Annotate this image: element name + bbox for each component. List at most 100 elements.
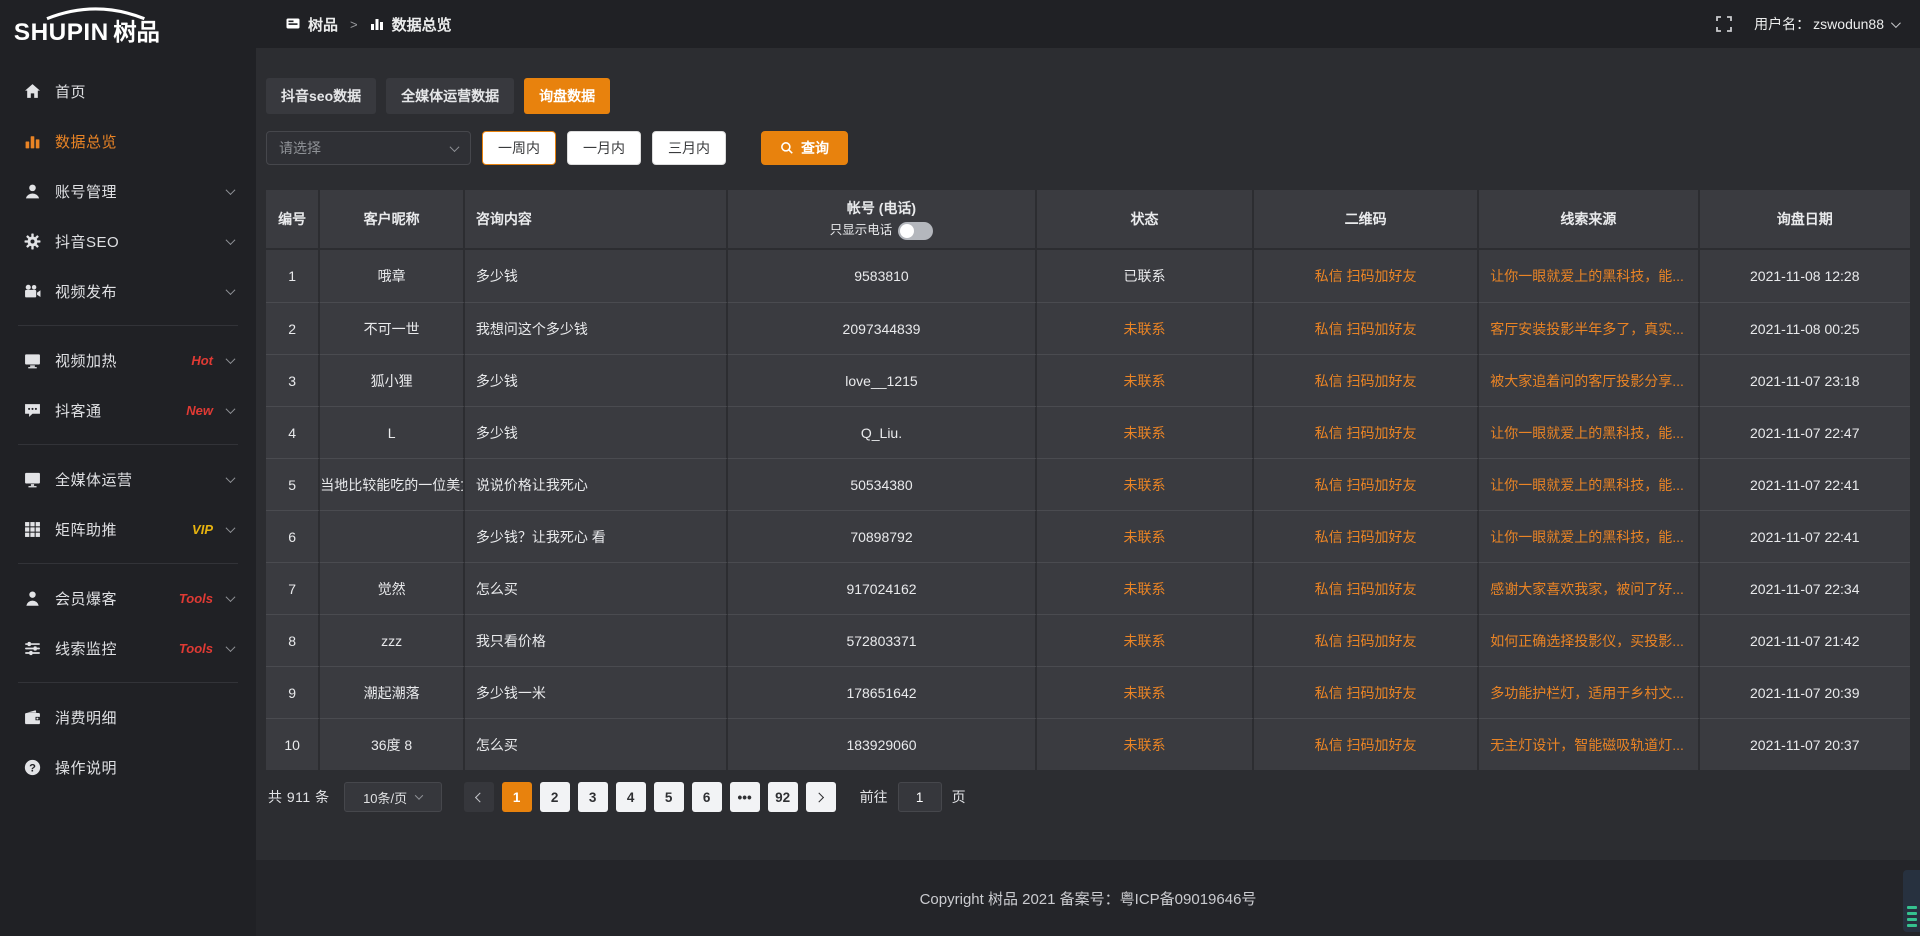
lead-source-cell[interactable]: 感谢大家喜欢我家，被问了好... xyxy=(1479,562,1699,614)
status-cell: 未联系 xyxy=(1037,666,1254,718)
sidebar-item-label: 抖音SEO xyxy=(55,231,227,252)
range-button[interactable]: 一月内 xyxy=(567,131,641,165)
page-button-1[interactable]: 1 xyxy=(502,782,532,812)
floating-widget[interactable] xyxy=(1903,870,1920,932)
next-page-button[interactable] xyxy=(806,782,836,812)
qr-action-cell[interactable]: 私信 扫码加好友 xyxy=(1254,666,1479,718)
page-button-5[interactable]: 5 xyxy=(654,782,684,812)
page-button-4[interactable]: 4 xyxy=(616,782,646,812)
goto-page-input[interactable]: 1 xyxy=(898,782,942,812)
table-row: 7觉然怎么买917024162未联系私信 扫码加好友感谢大家喜欢我家，被问了好.… xyxy=(266,562,1910,614)
sidebar-item-consumption-details[interactable]: 消费明细 xyxy=(0,692,256,742)
nickname-cell: 狐小狸 xyxy=(320,354,465,406)
lead-source-cell[interactable]: 多功能护栏灯，适用于乡村文... xyxy=(1479,666,1699,718)
bar-chart-icon xyxy=(370,17,384,31)
status-cell: 未联系 xyxy=(1037,562,1254,614)
sidebar-item-douketong[interactable]: 抖客通New xyxy=(0,385,256,435)
sidebar-item-operation-guide[interactable]: ?操作说明 xyxy=(0,742,256,792)
sidebar-item-matrix-boost[interactable]: 矩阵助推VIP xyxy=(0,504,256,554)
sidebar-item-home[interactable]: 首页 xyxy=(0,66,256,116)
page-button-2[interactable]: 2 xyxy=(540,782,570,812)
lead-source-cell[interactable]: 让你一眼就爱上的黑科技，能... xyxy=(1479,510,1699,562)
chevron-down-icon xyxy=(226,235,236,245)
range-button[interactable]: 一周内 xyxy=(482,131,556,165)
sidebar-item-badge: Tools xyxy=(179,591,213,606)
chevron-down-icon xyxy=(226,354,236,364)
filter-select[interactable]: 请选择 xyxy=(266,131,471,165)
row-index: 10 xyxy=(266,718,320,770)
table-row: 4L多少钱Q_Liu.未联系私信 扫码加好友让你一眼就爱上的黑科技，能...20… xyxy=(266,406,1910,458)
logo-text-en: SHUPIN xyxy=(14,19,109,46)
user-menu[interactable]: 用户名：zswodun88 xyxy=(1754,14,1898,34)
query-button[interactable]: 查询 xyxy=(761,131,848,165)
qr-action-cell[interactable]: 私信 扫码加好友 xyxy=(1254,510,1479,562)
breadcrumb-root[interactable]: 树品 xyxy=(308,14,338,35)
lead-source-cell[interactable]: 被大家追着问的客厅投影分享... xyxy=(1479,354,1699,406)
column-header-label: 帐号 (电话) xyxy=(728,198,1035,219)
inquiry-content-cell: 多少钱一米 xyxy=(465,666,728,718)
footer: Copyright 树品 2021 备案号：粤ICP备09019646号 xyxy=(256,860,1920,936)
inquiry-date-cell: 2021-11-07 22:47 xyxy=(1700,406,1910,458)
sidebar-item-douyin-seo[interactable]: 抖音SEO xyxy=(0,216,256,266)
sidebar-item-video-publish[interactable]: 视频发布 xyxy=(0,266,256,316)
lead-source-cell[interactable]: 让你一眼就爱上的黑科技，能... xyxy=(1479,458,1699,510)
lead-source-cell[interactable]: 让你一眼就爱上的黑科技，能... xyxy=(1479,406,1699,458)
table-row: 2不可一世我想问这个多少钱2097344839未联系私信 扫码加好友客厅安装投影… xyxy=(266,302,1910,354)
range-button[interactable]: 三月内 xyxy=(652,131,726,165)
sidebar-item-badge: Hot xyxy=(191,353,213,368)
lead-source-cell[interactable]: 无主灯设计，智能磁吸轨道灯... xyxy=(1479,718,1699,770)
qr-action-cell[interactable]: 私信 扫码加好友 xyxy=(1254,458,1479,510)
gear-icon xyxy=(24,233,41,250)
account-cell: 50534380 xyxy=(728,458,1037,510)
sidebar-item-data-overview[interactable]: 数据总览 xyxy=(0,116,256,166)
page-size-select[interactable]: 10条/页 xyxy=(344,782,442,812)
qr-action-cell[interactable]: 私信 扫码加好友 xyxy=(1254,718,1479,770)
table-row: 5当地比较能吃的一位美女说说价格让我死心50534380未联系私信 扫码加好友让… xyxy=(266,458,1910,510)
chevron-down-icon xyxy=(415,791,423,799)
account-cell: 183929060 xyxy=(728,718,1037,770)
tab-omnimedia-data[interactable]: 全媒体运营数据 xyxy=(386,78,514,114)
lead-source-cell[interactable]: 客厅安装投影半年多了，真实... xyxy=(1479,302,1699,354)
column-header: 客户昵称 xyxy=(320,190,465,250)
sidebar-item-label: 账号管理 xyxy=(55,181,227,202)
qr-action-cell[interactable]: 私信 扫码加好友 xyxy=(1254,614,1479,666)
sidebar-item-badge: New xyxy=(186,403,213,418)
page-button-3[interactable]: 3 xyxy=(578,782,608,812)
data-tabs: 抖音seo数据全媒体运营数据询盘数据 xyxy=(266,78,1910,114)
breadcrumb-separator: > xyxy=(350,17,358,32)
sidebar-item-omnimedia-operation[interactable]: 全媒体运营 xyxy=(0,454,256,504)
account-cell: 572803371 xyxy=(728,614,1037,666)
app-logo: SHUPIN 树品 xyxy=(0,0,256,52)
sidebar-item-member-baoke[interactable]: 会员爆客Tools xyxy=(0,573,256,623)
qr-action-cell[interactable]: 私信 扫码加好友 xyxy=(1254,354,1479,406)
qr-action-cell[interactable]: 私信 扫码加好友 xyxy=(1254,302,1479,354)
sidebar-item-lead-monitoring[interactable]: 线索监控Tools xyxy=(0,623,256,673)
prev-page-button[interactable] xyxy=(464,782,494,812)
lead-source-cell[interactable]: 让你一眼就爱上的黑科技，能... xyxy=(1479,250,1699,302)
breadcrumb-current: 数据总览 xyxy=(392,14,452,35)
more-pages-button[interactable]: ••• xyxy=(730,782,760,812)
phone-only-toggle[interactable] xyxy=(898,222,933,240)
chevron-right-icon xyxy=(814,792,824,802)
qr-action-cell[interactable]: 私信 扫码加好友 xyxy=(1254,250,1479,302)
tab-inquiry-data[interactable]: 询盘数据 xyxy=(524,78,610,114)
sidebar-item-label: 首页 xyxy=(55,81,234,102)
tab-douyin-seo-data[interactable]: 抖音seo数据 xyxy=(266,78,376,114)
dashboard-icon xyxy=(286,17,300,31)
breadcrumb: 树品 > 数据总览 xyxy=(286,14,452,35)
page-button-6[interactable]: 6 xyxy=(692,782,722,812)
inquiry-date-cell: 2021-11-07 23:18 xyxy=(1700,354,1910,406)
column-header: 状态 xyxy=(1037,190,1254,250)
sidebar-item-badge: VIP xyxy=(192,522,213,537)
qr-action-cell[interactable]: 私信 扫码加好友 xyxy=(1254,406,1479,458)
sidebar-item-video-heating[interactable]: 视频加热Hot xyxy=(0,335,256,385)
sidebar-item-label: 数据总览 xyxy=(55,131,234,152)
lead-source-cell[interactable]: 如何正确选择投影仪，买投影... xyxy=(1479,614,1699,666)
sidebar-item-account-management[interactable]: 账号管理 xyxy=(0,166,256,216)
page-button-92[interactable]: 92 xyxy=(768,782,798,812)
qr-action-cell[interactable]: 私信 扫码加好友 xyxy=(1254,562,1479,614)
sidebar-divider xyxy=(18,325,238,326)
goto-label: 前往 xyxy=(860,787,888,807)
fullscreen-icon[interactable] xyxy=(1716,16,1732,32)
page-size-label: 10条/页 xyxy=(363,788,407,807)
